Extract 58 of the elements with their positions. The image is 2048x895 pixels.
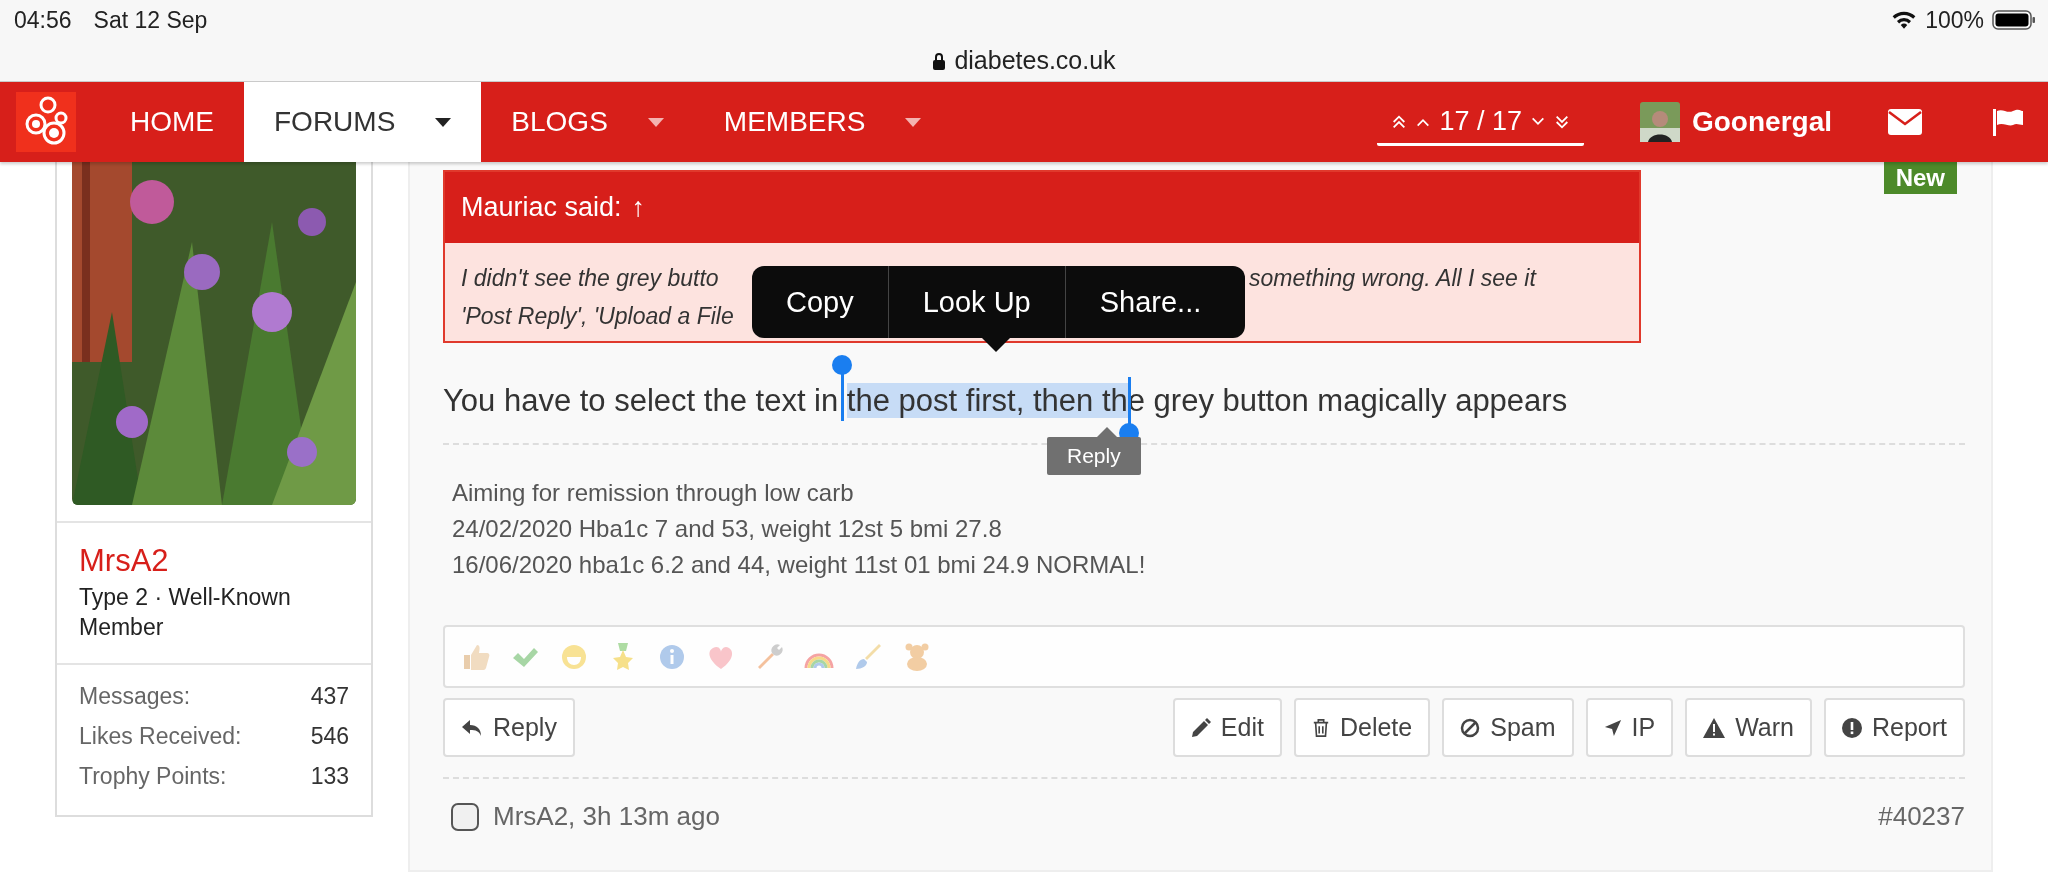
delete-button[interactable]: Delete: [1293, 698, 1431, 757]
last-page-icon[interactable]: [1554, 113, 1570, 130]
new-badge: New: [1883, 162, 1957, 194]
url-text[interactable]: diabetes.co.uk: [954, 46, 1116, 75]
reply-tooltip[interactable]: Reply: [1047, 437, 1141, 475]
status-time: 04:56: [14, 6, 72, 34]
page-counter[interactable]: 17 / 17: [1439, 106, 1522, 137]
logo-icon[interactable]: [16, 92, 76, 152]
reply-button[interactable]: Reply: [443, 698, 575, 757]
trash-icon: [1311, 717, 1330, 738]
quote-text: 'Post Reply', 'Upload a File: [461, 302, 734, 331]
jump-arrow[interactable]: ↑: [631, 192, 646, 223]
caret-icon[interactable]: [435, 118, 452, 128]
reply-arrow-icon: [461, 717, 483, 738]
stat-value: 437: [310, 682, 349, 711]
next-page-icon[interactable]: [1530, 115, 1546, 128]
nav-tab[interactable]: BLOGS: [511, 106, 608, 138]
nav-tab[interactable]: MEMBERS: [723, 106, 866, 138]
warning-icon: [1703, 717, 1726, 738]
menu-item[interactable]: Share...: [1064, 266, 1236, 338]
quote-text: something wrong. All I see it: [1249, 264, 1536, 293]
prohibited-icon: [1460, 717, 1481, 738]
stat-value: 546: [310, 722, 349, 751]
quote-text: I didn't see the grey butto: [461, 264, 719, 293]
signature-line: 16/06/2020 hba1c 6.2 and 44, weight 11st 01 bmi 24.9 NORMAL!: [452, 550, 1147, 580]
report-button[interactable]: Report: [1823, 698, 1965, 757]
avatar-icon[interactable]: [1640, 102, 1680, 142]
nav-tab[interactable]: HOME: [130, 106, 214, 138]
stat-label: Messages:: [79, 682, 191, 711]
signature-line: 24/02/2020 Hba1c 7 and 53, weight 12st 5 bmi 27.8: [452, 514, 1003, 544]
stat-label: Trophy Points:: [79, 762, 227, 791]
status-date: Sat 12 Sep: [93, 6, 208, 34]
quote-author[interactable]: Mauriac said:: [461, 192, 622, 223]
ip-button[interactable]: IP: [1585, 698, 1674, 757]
wifi-icon: [1891, 10, 1918, 30]
location-arrow-icon: [1603, 718, 1622, 737]
member-name[interactable]: MrsA2: [79, 543, 349, 579]
signature-line: Aiming for remission through low carb: [452, 478, 855, 508]
exclamation-icon: [1841, 717, 1862, 738]
spam-button[interactable]: Spam: [1442, 698, 1574, 757]
member-title: Type 2 · Well-Known Member: [79, 583, 292, 642]
stat-value: 133: [310, 762, 349, 791]
menu-item[interactable]: Look Up: [887, 266, 1065, 338]
select-checkbox[interactable]: [451, 802, 479, 831]
battery-percent: 100%: [1925, 6, 1984, 34]
post-number[interactable]: #40237: [1878, 801, 1965, 832]
post-author-time[interactable]: MrsA2, 3h 13m ago: [493, 801, 720, 832]
warn-button[interactable]: Warn: [1685, 698, 1812, 757]
menu-item[interactable]: Copy: [752, 266, 888, 338]
lock-icon: [932, 51, 947, 70]
battery-icon: [1992, 10, 2036, 30]
username[interactable]: Goonergal: [1692, 106, 1832, 138]
mail-icon[interactable]: [1888, 109, 1922, 135]
first-page-icon[interactable]: [1391, 113, 1408, 130]
pencil-icon: [1190, 717, 1211, 738]
stat-label: Likes Received:: [79, 722, 242, 751]
flag-icon[interactable]: [1992, 108, 2024, 136]
edit-button[interactable]: Edit: [1172, 698, 1282, 757]
